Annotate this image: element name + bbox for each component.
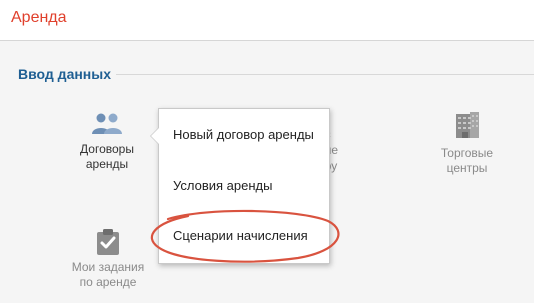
clipboard-check-icon — [97, 229, 119, 255]
section-divider — [116, 74, 534, 75]
tile-label-line2: аренды — [85, 157, 129, 171]
tile-label-line2: по аренде — [79, 275, 137, 289]
tile-label-line2: центры — [446, 161, 488, 175]
building-icon — [456, 112, 479, 138]
section-title: Ввод данных — [18, 66, 112, 82]
users-icon — [92, 113, 122, 134]
tile-my-lease-tasks[interactable]: Мои задания по аренде — [58, 228, 158, 290]
app-header: Аренда — [0, 0, 534, 41]
tile-label-line1: Торговые — [440, 146, 494, 160]
menu-item-new-lease-contract[interactable]: Новый договор аренды — [173, 127, 314, 142]
tile-shopping-centers[interactable]: Торговые центры — [422, 110, 512, 176]
page-title: Аренда — [11, 9, 67, 26]
tile-label-line1: Мои задания — [71, 260, 145, 274]
tile-lease-contracts[interactable]: Договоры аренды — [62, 112, 152, 172]
highlight-ellipse-annotation — [150, 209, 340, 263]
menu-item-lease-terms[interactable]: Условия аренды — [173, 178, 272, 193]
popup-arrow-fill — [151, 127, 160, 145]
tile-label-line1: Договоры — [80, 142, 134, 156]
